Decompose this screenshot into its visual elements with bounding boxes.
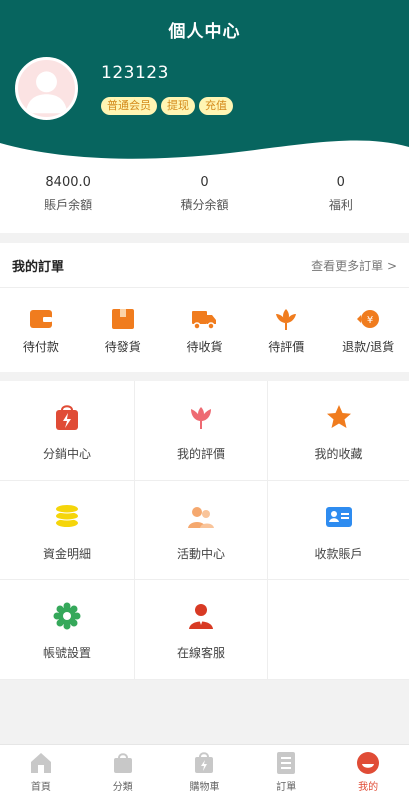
avatar[interactable] — [15, 57, 78, 120]
refund-icon: ¥ — [357, 310, 380, 328]
home-icon — [30, 753, 51, 773]
menu-label: 活動中心 — [176, 547, 225, 561]
order-pending-payment[interactable]: 待付款 — [0, 288, 82, 372]
header-wave — [0, 140, 409, 165]
menu-label: 我的評價 — [176, 447, 225, 461]
username: 123123 — [101, 63, 169, 83]
tulip-icon — [191, 407, 211, 429]
menu-label: 我的收藏 — [314, 447, 363, 461]
order-refund-return[interactable]: ¥ 退款/退貨 — [327, 288, 409, 372]
tab-label: 分類 — [112, 782, 133, 793]
stat-value: 0 — [200, 175, 209, 190]
stat-value: 8400.0 — [45, 175, 91, 190]
order-status-row: 待付款 待發貨 待收貨 待評價 ¥ 退款/退貨 — [0, 288, 409, 372]
flower-icon — [276, 309, 297, 330]
tab-orders[interactable]: 訂單 — [245, 745, 327, 799]
badge-row: 普通会员 提现 充值 — [101, 97, 233, 115]
category-bag-icon — [113, 753, 132, 773]
menu-label: 在線客服 — [176, 646, 225, 660]
menu-label: 分銷中心 — [42, 447, 91, 461]
gear-icon — [53, 602, 81, 630]
tab-mine[interactable]: 我的 — [327, 745, 409, 799]
recharge-button[interactable]: 充值 — [199, 97, 233, 115]
tab-label: 訂單 — [276, 782, 297, 793]
account-stats: 8400.0 賬戶余額 0 積分余額 0 福利 — [0, 165, 409, 233]
order-label: 待評價 — [268, 340, 305, 354]
order-label: 退款/退貨 — [342, 340, 395, 354]
menu-account-settings[interactable]: 帳號設置 — [0, 580, 135, 680]
bag-bolt-icon — [56, 405, 78, 430]
order-pending-review[interactable]: 待評價 — [245, 288, 327, 372]
tab-home[interactable]: 首頁 — [0, 745, 82, 799]
menu-fund-details[interactable]: 資金明細 — [0, 481, 135, 580]
people-icon — [188, 507, 214, 528]
orders-header: 我的訂單 查看更多訂單 > — [0, 243, 409, 288]
menu-my-reviews[interactable]: 我的評價 — [135, 381, 268, 481]
tab-label: 首頁 — [30, 782, 51, 793]
orders-title: 我的訂單 — [12, 259, 65, 275]
orders-section: 我的訂單 查看更多訂單 > 待付款 待發貨 待收貨 待評價 ¥ 退款/退貨 — [0, 243, 409, 372]
profile-header: 個人中心 123123 普通会员 提现 充值 — [0, 0, 409, 165]
stat-label: 積分余額 — [180, 198, 229, 212]
tab-label: 我的 — [358, 782, 379, 793]
stat-value: 0 — [336, 175, 345, 190]
box-icon — [111, 309, 134, 329]
page-title: 個人中心 — [168, 22, 241, 42]
menu-online-service[interactable]: 在線客服 — [135, 580, 268, 680]
menu-activity-center[interactable]: 活動中心 — [135, 481, 268, 580]
stat-points[interactable]: 0 積分余額 — [136, 165, 272, 233]
order-label: 待付款 — [22, 340, 59, 354]
menu-my-favorites[interactable]: 我的收藏 — [268, 381, 409, 481]
service-menu-grid: 分銷中心 我的評價 我的收藏 資金明細 活動中心 收款賬戶 帳號設置 在線客服 — [0, 381, 409, 680]
order-pending-shipment[interactable]: 待發貨 — [82, 288, 164, 372]
order-label: 待收貨 — [186, 340, 223, 354]
stat-label: 賬戶余額 — [44, 198, 93, 212]
profile-icon — [357, 752, 380, 774]
menu-payment-account[interactable]: 收款賬戶 — [268, 481, 409, 580]
tab-cart[interactable]: 購物車 — [164, 745, 246, 799]
profile-page: 個人中心 123123 普通会员 提现 充值 8400.0 賬戶余額 0 積分余… — [0, 0, 409, 799]
wallet-icon — [29, 310, 52, 328]
view-more-orders-link[interactable]: 查看更多訂單 > — [311, 257, 397, 274]
stat-balance[interactable]: 8400.0 賬戶余額 — [0, 165, 136, 233]
menu-distribution-center[interactable]: 分銷中心 — [0, 381, 135, 481]
menu-label: 資金明細 — [42, 547, 91, 561]
tab-category[interactable]: 分類 — [82, 745, 164, 799]
member-level-badge: 普通会员 — [101, 97, 157, 115]
menu-label: 帳號設置 — [42, 646, 91, 660]
withdraw-button[interactable]: 提现 — [161, 97, 195, 115]
stat-label: 福利 — [328, 198, 353, 212]
order-label: 待發貨 — [104, 340, 141, 354]
agent-icon — [189, 604, 213, 629]
menu-label: 收款賬戶 — [314, 547, 363, 561]
truck-icon — [192, 311, 217, 330]
tab-label: 購物車 — [189, 782, 220, 793]
coin-stack-icon — [55, 505, 79, 527]
stat-welfare[interactable]: 0 福利 — [273, 165, 409, 233]
bottom-tab-bar: 首頁 分類 購物車 訂單 我的 — [0, 744, 409, 799]
order-pending-receipt[interactable]: 待收貨 — [164, 288, 246, 372]
empty-cell — [268, 580, 409, 680]
id-card-icon — [325, 507, 352, 527]
user-avatar-icon — [25, 71, 68, 114]
order-list-icon — [277, 752, 296, 774]
star-icon — [326, 405, 351, 428]
cart-icon — [195, 752, 214, 773]
svg-text:¥: ¥ — [367, 315, 373, 326]
